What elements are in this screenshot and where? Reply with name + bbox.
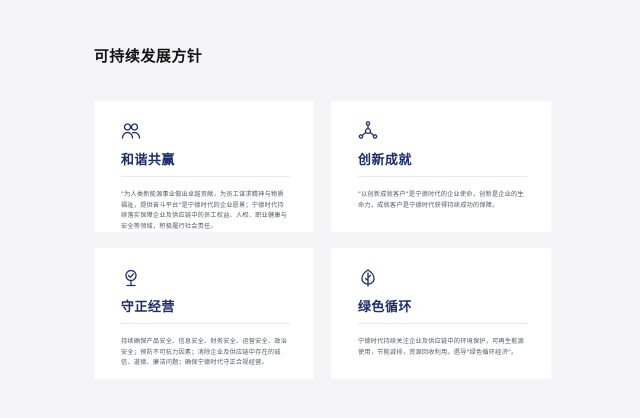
card-description: 宁德时代持续关注企业及供应链中的环境保护，可再生能源使用，节能减排，资源回收利用… — [358, 338, 525, 356]
divider — [358, 176, 527, 177]
page-title: 可持续发展方针 — [94, 47, 203, 65]
card-description: "以创新成就客户"是宁德时代的企业使命，创新是企业的生命力，成就客户是宁德时代获… — [358, 191, 524, 209]
compliance-icon — [121, 268, 141, 288]
people-icon — [121, 121, 141, 141]
card-title: 和谐共赢 — [121, 153, 176, 168]
card-title: 守正经营 — [121, 300, 176, 315]
card-integrity: 守正经营 持续确保产品安全、信息安全、财务安全、运营安全、政治安全；预防不可抗力… — [94, 248, 314, 379]
molecule-icon — [358, 121, 378, 141]
divider — [121, 323, 290, 324]
card-innovation: 创新成就 "以创新成就客户"是宁德时代的企业使命，创新是企业的生命力，成就客户是… — [331, 101, 551, 232]
card-title: 创新成就 — [358, 153, 413, 168]
divider — [121, 176, 290, 177]
leaf-icon — [358, 268, 378, 288]
card-title: 绿色循环 — [358, 300, 413, 315]
card-harmony: 和谐共赢 "为人类新能源事业做出卓越贡献，为员工谋求精神与物质福祉，提供奋斗平台… — [94, 101, 314, 232]
divider — [358, 323, 527, 324]
card-green-cycle: 绿色循环 宁德时代持续关注企业及供应链中的环境保护，可再生能源使用，节能减排，资… — [331, 248, 551, 379]
card-description: "为人类新能源事业做出卓越贡献，为员工谋求精神与物质福祉，提供奋斗平台"是宁德时… — [121, 191, 288, 230]
card-description: 持续确保产品安全、信息安全、财务安全、运营安全、政治安全；预防不可抗力因素；消除… — [121, 338, 288, 366]
